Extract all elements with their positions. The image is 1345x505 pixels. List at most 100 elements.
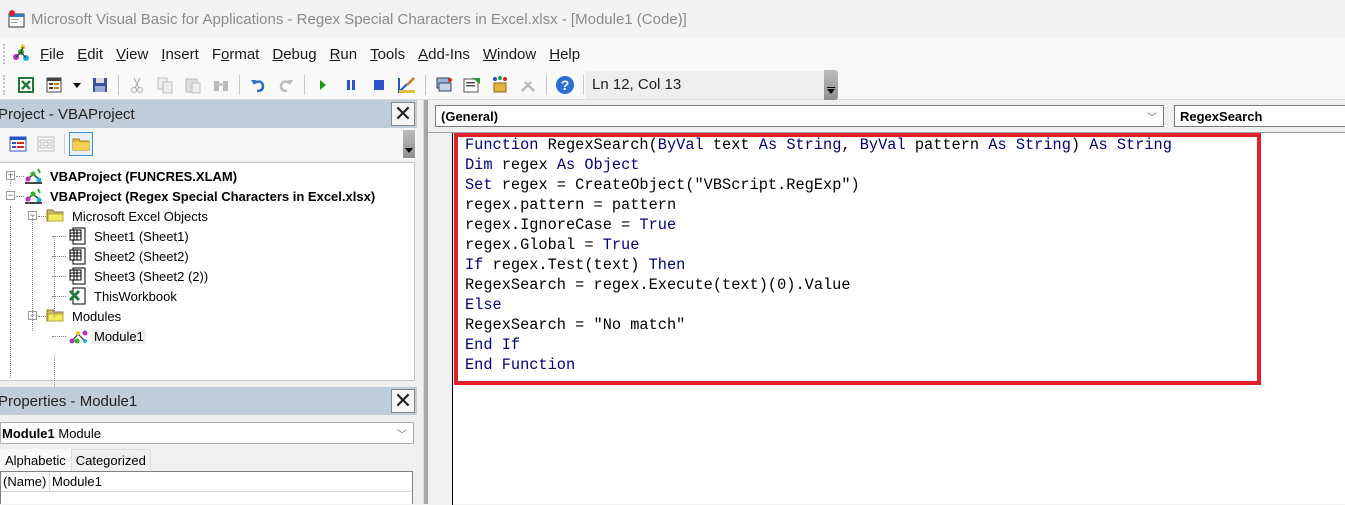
toolbar-grip[interactable] [3, 74, 6, 95]
menu-format[interactable]: Format [212, 46, 260, 63]
code-line[interactable]: Set regex = CreateObject("VBScript.RegEx… [465, 175, 1172, 195]
code-token: text [703, 136, 759, 154]
collapse-icon[interactable]: − [6, 191, 15, 200]
vba-project-icon [24, 167, 44, 185]
object-browser-icon[interactable] [489, 74, 511, 96]
design-mode-icon[interactable] [396, 74, 418, 96]
toggle-folders-button[interactable] [69, 132, 93, 156]
margin-indicator-bar[interactable] [428, 133, 453, 505]
project-explorer-icon[interactable] [433, 74, 455, 96]
dropdown-arrow-icon[interactable] [71, 74, 83, 96]
view-code-button[interactable] [6, 132, 30, 156]
menu-tools[interactable]: Tools [370, 46, 405, 63]
help-icon[interactable]: ? [554, 74, 576, 96]
paste-icon[interactable] [182, 74, 204, 96]
tree-item[interactable]: Module1 [68, 326, 146, 346]
tree-item[interactable]: Microsoft Excel Objects [46, 206, 210, 226]
code-line[interactable]: If regex.Test(text) Then [465, 255, 1172, 275]
project-panel-title: Project - VBAProject [0, 105, 135, 123]
tree-item[interactable]: ThisWorkbook [68, 286, 179, 306]
menu-debug[interactable]: Debug [272, 46, 316, 63]
save-icon[interactable] [89, 74, 111, 96]
tree-item[interactable]: Modules [46, 306, 123, 326]
code-editor[interactable]: Function RegexSearch(ByVal text As Strin… [428, 132, 1345, 505]
keyword-token: True [639, 216, 677, 234]
keyword-token: If [501, 336, 521, 354]
object-combo[interactable]: (General) ﹀ [435, 105, 1164, 127]
code-line[interactable]: regex.pattern = pattern [465, 195, 1172, 215]
keyword-token: End [465, 356, 493, 374]
code-line[interactable]: Else [465, 295, 1172, 315]
redo-icon[interactable] [275, 74, 297, 96]
code-line[interactable]: End If [465, 335, 1172, 355]
property-row[interactable]: (Name) Module1 [1, 472, 412, 492]
tree-item[interactable]: Sheet3 (Sheet2 (2)) [68, 266, 210, 286]
toolbar-overflow-button[interactable] [824, 69, 838, 100]
toolbar-separator [118, 74, 119, 95]
tree-item[interactable]: VBAProject (FUNCRES.XLAM) [24, 166, 239, 186]
property-value[interactable]: Module1 [50, 472, 102, 491]
cut-icon[interactable] [126, 74, 148, 96]
code-token: regex.Global = [465, 236, 603, 254]
code-line[interactable]: RegexSearch = "No match" [465, 315, 1172, 335]
menu-window[interactable]: Window [483, 46, 536, 63]
tree-item-label: Sheet1 (Sheet1) [94, 228, 189, 244]
close-project-panel-button[interactable]: ✕ [391, 102, 415, 126]
code-line[interactable]: regex.IgnoreCase = True [465, 215, 1172, 235]
object-selector[interactable]: Module1 Module ﹀ [0, 422, 414, 444]
undo-icon[interactable] [247, 74, 269, 96]
close-icon: ✕ [393, 388, 413, 413]
tree-item-label: Module1 [92, 328, 146, 344]
procedure-combo[interactable]: RegexSearch [1174, 105, 1345, 127]
tree-item-label: VBAProject (Regex Special Characters in … [50, 188, 376, 204]
tab-alphabetic[interactable]: Alphabetic [0, 449, 71, 471]
tree-connector [10, 176, 11, 186]
menu-file[interactable]: File [40, 46, 64, 63]
view-object-button[interactable] [34, 132, 58, 156]
menu-help[interactable]: Help [549, 46, 580, 63]
keyword-token: String [1015, 136, 1071, 154]
object-name: Module1 [2, 425, 55, 441]
pane-splitter[interactable] [417, 100, 427, 504]
code-lines[interactable]: Function RegexSearch(ByVal text As Strin… [465, 135, 1172, 375]
chevron-down-icon: ﹀ [1147, 113, 1157, 124]
tab-categorized[interactable]: Categorized [70, 449, 151, 471]
tree-item[interactable]: Sheet1 (Sheet1) [68, 226, 191, 246]
find-icon[interactable] [210, 74, 232, 96]
toolbox-icon[interactable] [517, 74, 539, 96]
chevron-down-icon: ﹀ [397, 430, 407, 441]
tree-item-label: VBAProject (FUNCRES.XLAM) [50, 168, 238, 184]
folder-icon [46, 307, 66, 325]
tree-connector [16, 196, 24, 197]
run-icon[interactable] [312, 74, 334, 96]
menu-add-ins[interactable]: Add-Ins [418, 46, 470, 63]
code-line[interactable]: RegexSearch = regex.Execute(text)(0).Val… [465, 275, 1172, 295]
code-line[interactable]: regex.Global = True [465, 235, 1172, 255]
code-line[interactable]: End Function [465, 355, 1172, 375]
project-panel-toolbar [0, 128, 417, 160]
reset-icon[interactable] [368, 74, 390, 96]
procedure-combo-value: RegexSearch [1180, 108, 1263, 124]
menubar-grip[interactable] [3, 44, 6, 64]
code-line[interactable]: Function RegexSearch(ByVal text As Strin… [465, 135, 1172, 155]
properties-window-icon[interactable] [461, 74, 483, 96]
menu-run[interactable]: Run [330, 46, 358, 63]
break-icon[interactable] [340, 74, 362, 96]
menu-insert[interactable]: Insert [161, 46, 199, 63]
menu-edit[interactable]: Edit [77, 46, 103, 63]
menu-view[interactable]: View [116, 46, 148, 63]
vba-menu-icon[interactable] [10, 43, 32, 65]
project-toolbar-overflow[interactable] [403, 130, 415, 158]
code-line[interactable]: Dim regex As Object [465, 155, 1172, 175]
tree-item[interactable]: VBAProject (Regex Special Characters in … [24, 186, 377, 206]
close-properties-panel-button[interactable]: ✕ [391, 389, 415, 413]
insert-userform-icon[interactable] [43, 74, 65, 96]
view-excel-icon[interactable] [15, 74, 37, 96]
tree-item[interactable]: Sheet2 (Sheet2) [68, 246, 191, 266]
keyword-token: String [786, 136, 842, 154]
keyword-token: As [1089, 136, 1108, 154]
code-token: , [841, 136, 860, 154]
code-token: RegexSearch = regex.Execute(text)(0).Val… [465, 276, 851, 294]
copy-icon[interactable] [154, 74, 176, 96]
